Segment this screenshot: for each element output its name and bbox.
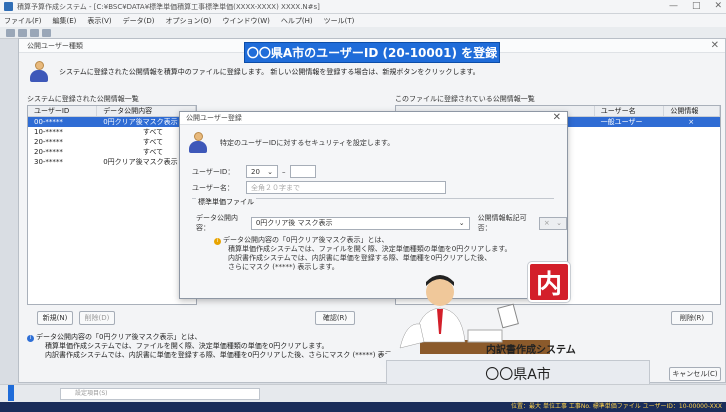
side-scroll-indicator (8, 385, 14, 401)
new-button[interactable]: 新規(N) (37, 311, 73, 325)
toolbar-print-icon[interactable] (42, 29, 51, 37)
info-icon: i (214, 238, 221, 245)
cell-user-id: 00-***** (34, 118, 63, 126)
registration-banner: 〇〇県A市のユーザーID (20-10001) を登録 (244, 42, 500, 63)
dialog-intro: システムに登録された公開情報を積算中のファイルに登録します。 新しい公開情報を登… (29, 61, 480, 83)
public-select-value: × (543, 219, 550, 227)
confirm-button[interactable]: 確認(R) (315, 311, 355, 325)
bottom-status-text: 位置：最大 単位工事 工事No. 標準単価ファイル ユーザーID：10-0000… (0, 402, 726, 412)
user-id-separator: – (282, 167, 286, 176)
chevron-down-icon: ⌄ (556, 219, 562, 227)
system-info-grid[interactable]: ユーザーID データ公開内容 00-***** 0円クリア後マスク表示 10-*… (27, 105, 197, 305)
table-row[interactable]: 10-***** すべて (28, 127, 196, 137)
user-id-prefix-value: 20 (251, 167, 260, 176)
delete-button[interactable]: 削除(D) (79, 311, 115, 325)
col-user-name[interactable]: ユーザー名 (595, 106, 665, 116)
user-name-label: ユーザー名： (192, 183, 234, 192)
menu-options[interactable]: オプション(O) (166, 16, 212, 26)
public-select[interactable]: × ⌄ (538, 216, 567, 230)
toolbar-save-icon[interactable] (30, 29, 39, 37)
user-icon (29, 61, 49, 83)
inner-note-line-1: i データ公開内容の「0円クリア後マスク表示」とは、 (214, 236, 512, 245)
close-icon[interactable]: ✕ (711, 40, 719, 51)
inner-dialog-title: 公開ユーザー登録 (180, 112, 567, 125)
cell-public-info: × (688, 118, 695, 126)
close-icon[interactable]: ✕ (553, 112, 561, 123)
menu-bar: ファイル(F) 編集(E) 表示(V) データ(D) オプション(O) ウインド… (0, 14, 726, 27)
content-row: データ公開内容： 0円クリア後 マスク表示 ⌄ 公開情報転記可否： × ⌄ (196, 213, 567, 233)
cell-user-id: 20-***** (34, 148, 63, 156)
cell-user-id: 20-***** (34, 138, 63, 146)
content-select-value: 0円クリア後 マスク表示 (255, 219, 333, 227)
menu-edit[interactable]: 編集(E) (53, 16, 77, 26)
user-id-input[interactable] (289, 165, 316, 178)
intro-text: システムに登録された公開情報を積算中のファイルに登録します。 新しい公開情報を登… (59, 68, 480, 76)
menu-data[interactable]: データ(D) (123, 16, 155, 26)
system-list-label: システムに登録された公開情報一覧 (27, 95, 139, 103)
search-input[interactable]: 設定項目(S) (60, 388, 260, 400)
menu-window[interactable]: ウインドウ(W) (223, 16, 270, 26)
maximize-button[interactable]: □ (692, 1, 701, 11)
menu-help[interactable]: ヘルプ(H) (281, 16, 313, 26)
content-select[interactable]: 0円クリア後 マスク表示 ⌄ (250, 216, 470, 230)
cancel-button[interactable]: キャンセル(C) (669, 367, 721, 381)
close-window-button[interactable]: ✕ (714, 1, 722, 11)
user-name-input[interactable]: 全角２０字まで (246, 181, 446, 194)
system-name-label: 内訳書作成システム (486, 345, 576, 356)
public-label: 公開情報転記可否： (477, 214, 527, 232)
info-icon: i (27, 335, 34, 342)
inner-note-line-2: 積算単価作成システムでは、ファイルを開く際、決定単価種類の単価を0円クリアします… (228, 245, 512, 253)
status-bar: 設定項目(S) (0, 384, 726, 402)
col-public-info[interactable]: 公開情報 (664, 106, 720, 116)
inner-intro-text: 特定のユーザーIDに対するセキュリティを設定します。 (220, 139, 395, 147)
cell-user-id: 30-***** (34, 158, 63, 166)
grid-header: ユーザーID データ公開内容 (28, 106, 196, 117)
inner-note-text: データ公開内容の「0円クリア後マスク表示」とは、 (223, 236, 389, 244)
inner-intro: 特定のユーザーIDに対するセキュリティを設定します。 (188, 132, 394, 154)
user-id-label: ユーザーID： (192, 167, 235, 176)
chevron-down-icon: ⌄ (458, 219, 465, 227)
chevron-down-icon: ⌄ (267, 167, 273, 176)
app-logo-icon (4, 2, 13, 11)
content-label: データ公開内容： (196, 214, 238, 232)
menu-file[interactable]: ファイル(F) (4, 16, 42, 26)
user-name-row: ユーザー名： 全角２０字まで (192, 181, 446, 194)
table-row[interactable]: 00-***** 0円クリア後マスク表示 (28, 117, 196, 127)
toolbar-new-icon[interactable] (6, 29, 15, 37)
system-logo-icon: 内 (528, 262, 570, 302)
minimize-button[interactable]: — (669, 1, 678, 11)
toolbar-open-icon[interactable] (18, 29, 27, 37)
app-title: 積算予算作成システム - [C:¥BSC¥DATA¥標準単価積算工事標準単価(X… (17, 2, 320, 11)
file-list-label: このファイルに登録されている公開情報一覧 (395, 95, 535, 103)
table-row[interactable]: 20-***** すべて (28, 137, 196, 147)
menu-tools[interactable]: ツール(T) (324, 16, 355, 26)
menu-view[interactable]: 表示(V) (87, 16, 111, 26)
remove-button[interactable]: 削除(R) (671, 311, 713, 325)
table-row[interactable]: 30-***** 0円クリア後マスク表示 (28, 157, 196, 167)
user-icon (188, 132, 208, 154)
cell-user-name: 一般ユーザー (600, 118, 643, 126)
app-title-bar: 積算予算作成システム - [C:¥BSC¥DATA¥標準単価積算工事標準単価(X… (0, 0, 726, 14)
window-controls: — □ ✕ (669, 1, 722, 11)
section-label: 標準単価ファイル (196, 197, 256, 207)
user-id-row: ユーザーID： 20 ⌄ – (192, 165, 316, 178)
table-row[interactable]: 20-***** すべて (28, 147, 196, 157)
col-user-id[interactable]: ユーザーID (28, 106, 98, 116)
user-id-prefix-select[interactable]: 20 ⌄ (246, 165, 278, 178)
cell-user-id: 10-***** (34, 128, 63, 136)
note-text: データ公開内容の「0円クリア後マスク表示」とは、 (36, 333, 202, 341)
standard-price-section: 標準単価ファイル (192, 197, 554, 207)
